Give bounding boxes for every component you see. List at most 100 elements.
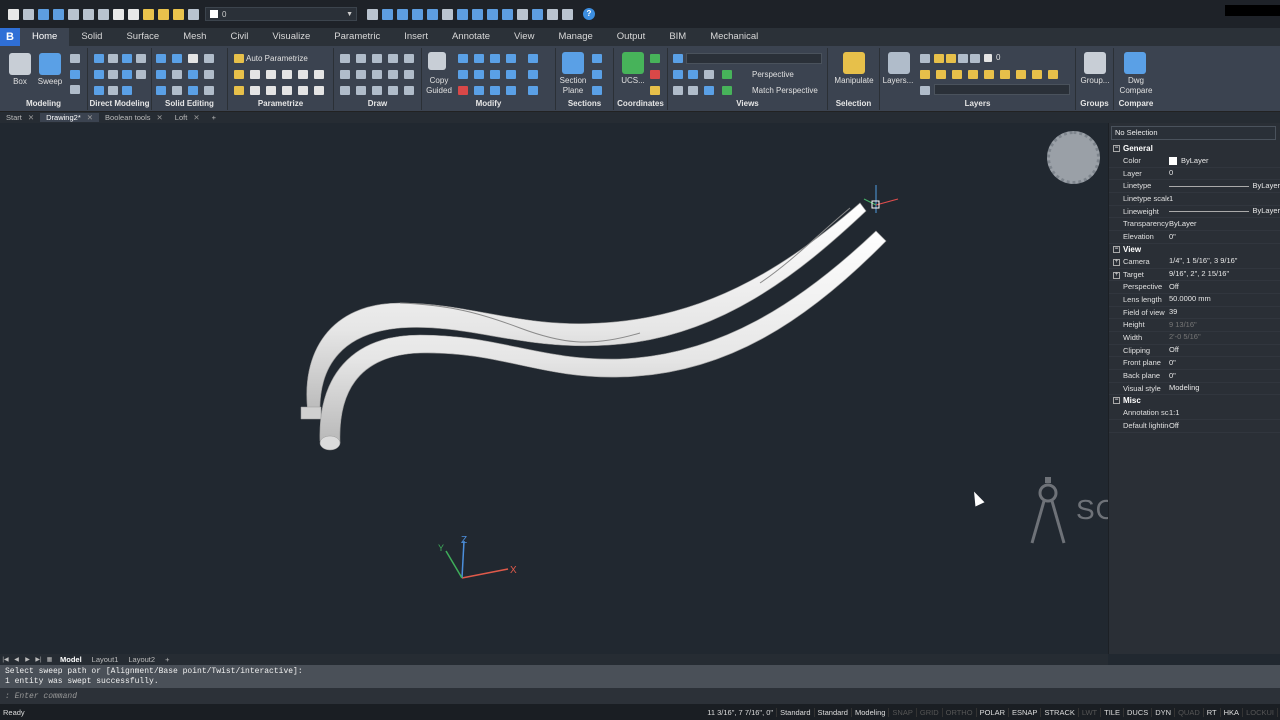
ellipse-icon[interactable] bbox=[372, 70, 382, 79]
perspective-button[interactable]: Perspective bbox=[752, 70, 828, 80]
layers-button[interactable]: Layers... bbox=[880, 76, 916, 86]
close-icon[interactable]: ✕ bbox=[157, 113, 163, 122]
line-icon[interactable] bbox=[356, 70, 366, 79]
view-navigation-cube[interactable] bbox=[1047, 131, 1100, 184]
layer-states-icon[interactable] bbox=[920, 54, 930, 63]
property-value[interactable]: Off bbox=[1169, 281, 1280, 293]
constraint-fix-icon[interactable] bbox=[314, 70, 324, 79]
property-value[interactable]: ByLayer bbox=[1169, 206, 1280, 218]
copy-guided-icon[interactable] bbox=[428, 52, 446, 70]
save-icon[interactable] bbox=[38, 8, 49, 20]
explode-icon[interactable] bbox=[474, 86, 484, 95]
doc-tab-loft[interactable]: Loft ✕ bbox=[169, 113, 206, 122]
status-toggle-standard[interactable]: Standard bbox=[777, 707, 815, 717]
dim-radius-icon[interactable] bbox=[250, 86, 260, 95]
property-row[interactable]: Color ByLayer bbox=[1109, 155, 1280, 168]
layer-dropdown[interactable]: 0 ▼ bbox=[205, 7, 357, 21]
doc-tab-drawing2[interactable]: Drawing2* ✕ bbox=[40, 113, 100, 122]
constraint-lock-icon[interactable] bbox=[234, 70, 244, 79]
property-row[interactable]: Annotation scale1:1 bbox=[1109, 407, 1280, 421]
auto-parametrize-button[interactable]: Auto Parametrize bbox=[246, 54, 334, 64]
slice-icon[interactable] bbox=[156, 70, 166, 79]
union-icon[interactable] bbox=[156, 54, 166, 63]
view-iso-icon[interactable] bbox=[704, 70, 714, 79]
layer-unlock-all-icon[interactable] bbox=[1000, 70, 1010, 79]
view-left-icon[interactable] bbox=[673, 86, 683, 95]
add-layout-plus-icon[interactable]: + bbox=[160, 655, 174, 664]
offset-icon[interactable] bbox=[490, 70, 500, 79]
dim-linear-icon[interactable] bbox=[234, 86, 244, 95]
window-icon[interactable] bbox=[547, 8, 558, 20]
status-toggle-modeling[interactable]: Modeling bbox=[852, 707, 890, 717]
view-right-icon[interactable] bbox=[688, 86, 698, 95]
close-icon[interactable]: ✕ bbox=[87, 113, 93, 122]
chamfer-edge-icon[interactable] bbox=[108, 86, 118, 95]
spline-icon[interactable] bbox=[356, 54, 366, 63]
collapse-icon[interactable]: − bbox=[1113, 245, 1120, 253]
print-icon[interactable] bbox=[83, 8, 94, 20]
layer-state-dropdown[interactable] bbox=[934, 84, 1070, 95]
layout-icon[interactable] bbox=[442, 8, 453, 20]
grid-icon[interactable] bbox=[397, 8, 408, 20]
tab-manage[interactable]: Manage bbox=[546, 28, 604, 46]
group-icon[interactable] bbox=[1084, 52, 1106, 74]
layer-freeze-icon[interactable] bbox=[968, 70, 978, 79]
layer-delete-icon[interactable] bbox=[1032, 70, 1042, 79]
layer-walk-icon[interactable] bbox=[1048, 70, 1058, 79]
break-icon[interactable] bbox=[528, 86, 538, 95]
property-row[interactable]: Lineweight ByLayer bbox=[1109, 206, 1280, 219]
check-icon[interactable] bbox=[204, 86, 214, 95]
status-toggle-standard[interactable]: Standard bbox=[815, 707, 852, 717]
tab-model[interactable]: Model bbox=[55, 655, 87, 664]
sweep-icon[interactable] bbox=[39, 53, 61, 75]
view-bottom-icon[interactable] bbox=[704, 86, 714, 95]
param-show-icon[interactable] bbox=[314, 86, 324, 95]
manipulate-button[interactable]: Manipulate bbox=[828, 76, 880, 86]
selection-dropdown[interactable]: No Selection bbox=[1111, 126, 1276, 140]
cube-front-icon[interactable] bbox=[457, 8, 468, 20]
cube-iso-icon[interactable] bbox=[502, 8, 513, 20]
status-toggle-tile[interactable]: TILE bbox=[1101, 707, 1124, 717]
layer-on-icon[interactable] bbox=[934, 54, 944, 63]
property-row[interactable]: Width 2'-0 5/16" bbox=[1109, 332, 1280, 345]
property-value[interactable]: 0" bbox=[1169, 370, 1280, 382]
print-preview-icon[interactable] bbox=[68, 8, 79, 20]
stretch-icon[interactable] bbox=[506, 54, 516, 63]
property-row[interactable]: Linetype ByLayer bbox=[1109, 180, 1280, 194]
section-icon[interactable] bbox=[172, 86, 182, 95]
property-row[interactable]: Linetype scale 1 bbox=[1109, 193, 1280, 206]
open-file-icon[interactable] bbox=[23, 8, 34, 20]
separate-icon[interactable] bbox=[204, 70, 214, 79]
layer-lock-icon[interactable] bbox=[984, 70, 994, 79]
collapse-icon[interactable]: − bbox=[1113, 397, 1120, 405]
ucs-world-icon[interactable] bbox=[650, 54, 660, 63]
status-toggle-dyn[interactable]: DYN bbox=[1152, 707, 1176, 717]
monitor-icon[interactable] bbox=[562, 8, 573, 20]
property-row[interactable]: Front plane 0" bbox=[1109, 357, 1280, 370]
copy-face-icon[interactable] bbox=[122, 70, 132, 79]
view-top-icon[interactable] bbox=[688, 70, 698, 79]
view-icon[interactable] bbox=[412, 8, 423, 20]
tab-visualize[interactable]: Visualize bbox=[260, 28, 322, 46]
tab-civil[interactable]: Civil bbox=[218, 28, 260, 46]
app-menu-button[interactable]: B bbox=[0, 28, 20, 46]
ucs-view-icon[interactable] bbox=[650, 86, 660, 95]
close-icon[interactable]: ✕ bbox=[28, 113, 34, 122]
visual-style-icon[interactable] bbox=[673, 54, 683, 63]
manipulate-icon[interactable] bbox=[843, 52, 865, 74]
property-value[interactable]: 0 bbox=[1169, 168, 1280, 180]
property-value[interactable]: 0" bbox=[1169, 231, 1280, 243]
donut-icon[interactable] bbox=[404, 70, 414, 79]
offset-face-icon[interactable] bbox=[136, 54, 146, 63]
sweep-button[interactable]: Sweep bbox=[36, 77, 64, 87]
mirror-icon[interactable] bbox=[458, 70, 468, 79]
dwg-compare-icon[interactable] bbox=[1124, 52, 1146, 74]
lock-icon[interactable] bbox=[173, 8, 184, 20]
section-plane-button[interactable]: Section Plane bbox=[556, 76, 590, 96]
next-layout-icon[interactable]: ▶ bbox=[22, 656, 33, 663]
layout-menu-icon[interactable]: ▦ bbox=[44, 656, 55, 663]
drawing-viewport[interactable]: X Z Y bbox=[0, 123, 1108, 654]
snap-icon[interactable] bbox=[382, 8, 393, 20]
move-face-icon[interactable] bbox=[94, 54, 104, 63]
ucs-icon[interactable] bbox=[622, 52, 644, 74]
